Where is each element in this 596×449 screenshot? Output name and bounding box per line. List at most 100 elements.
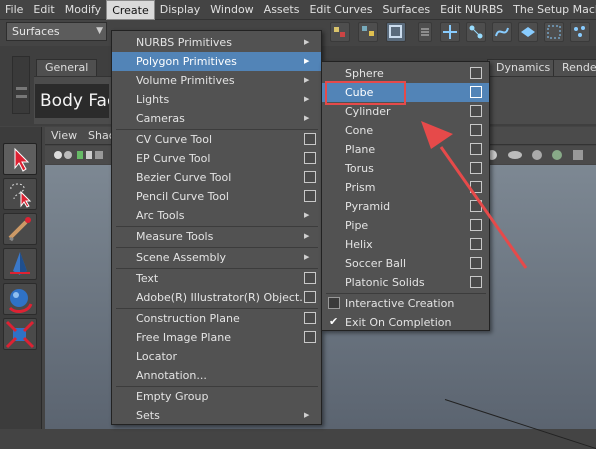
menu-item-text[interactable]: Text xyxy=(112,269,321,288)
option-box-icon[interactable] xyxy=(470,86,482,98)
menu-file[interactable]: File xyxy=(0,0,28,20)
menu-item-annotation[interactable]: Annotation... xyxy=(112,366,321,385)
submenu-arrow-icon: ▶ xyxy=(304,114,310,122)
select-by-hierarchy-icon[interactable] xyxy=(330,22,350,42)
option-box-icon[interactable] xyxy=(304,331,316,343)
menu-item-free-image-plane[interactable]: Free Image Plane xyxy=(112,328,321,347)
option-box-icon[interactable] xyxy=(304,312,316,324)
option-box-icon[interactable] xyxy=(470,219,482,231)
select-joints-icon[interactable] xyxy=(466,22,486,42)
menu-item-cameras[interactable]: Cameras xyxy=(112,109,321,128)
panel-menu-view[interactable]: View xyxy=(51,129,77,142)
option-box-icon[interactable] xyxy=(470,105,482,117)
menu-item-empty-group[interactable]: Empty Group xyxy=(112,387,321,406)
select-curves-icon[interactable] xyxy=(492,22,512,42)
option-box-icon[interactable] xyxy=(304,291,316,303)
menu-item-bezier-curve-tool[interactable]: Bezier Curve Tool xyxy=(112,168,321,187)
option-box-icon[interactable] xyxy=(470,276,482,288)
option-box-icon[interactable] xyxy=(304,152,316,164)
option-box-icon[interactable] xyxy=(470,162,482,174)
submenu-arrow-icon: ▶ xyxy=(304,95,310,103)
menu-item-prism[interactable]: Prism xyxy=(322,178,489,197)
select-by-component-icon[interactable] xyxy=(386,22,406,42)
menu-modify[interactable]: Modify xyxy=(60,0,106,20)
chevron-down-icon: ▼ xyxy=(96,26,103,36)
tab-rendering[interactable]: Rende xyxy=(553,59,596,76)
menu-assets[interactable]: Assets xyxy=(259,0,305,20)
select-tool-icon[interactable] xyxy=(3,143,37,175)
menu-setup-machine[interactable]: The Setup Machine xyxy=(508,0,596,20)
scale-tool-icon[interactable] xyxy=(3,318,37,350)
submenu-arrow-icon: ▶ xyxy=(304,253,310,261)
menu-window[interactable]: Window xyxy=(205,0,258,20)
menu-item-illustrator-object[interactable]: Adobe(R) Illustrator(R) Object... xyxy=(112,288,302,307)
menu-edit-curves[interactable]: Edit Curves xyxy=(304,0,377,20)
option-box-icon[interactable] xyxy=(304,171,316,183)
select-deformations-icon[interactable] xyxy=(544,22,564,42)
menu-display[interactable]: Display xyxy=(155,0,206,20)
menu-set-dropdown[interactable]: Surfaces ▼ xyxy=(6,22,107,41)
menu-item-ep-curve-tool[interactable]: EP Curve Tool xyxy=(112,149,321,168)
submenu-arrow-icon: ▶ xyxy=(304,57,310,65)
menu-item-pipe[interactable]: Pipe xyxy=(322,216,489,235)
menu-create[interactable]: Create xyxy=(106,0,155,20)
menu-item-scene-assembly[interactable]: Scene Assembly xyxy=(112,248,321,267)
rotate-tool-icon[interactable] xyxy=(3,283,37,315)
menu-item-cone[interactable]: Cone xyxy=(322,121,489,140)
option-box-icon[interactable] xyxy=(470,143,482,155)
menu-item-interactive-creation[interactable]: Interactive Creation xyxy=(322,294,489,313)
submenu-arrow-icon: ▶ xyxy=(304,76,310,84)
menu-item-polygon-primitives[interactable]: Polygon Primitives xyxy=(112,52,321,71)
menu-item-lights[interactable]: Lights xyxy=(112,90,321,109)
select-handles-icon[interactable] xyxy=(440,22,460,42)
menu-item-construction-plane[interactable]: Construction Plane xyxy=(112,309,321,328)
menu-item-sets[interactable]: Sets xyxy=(112,406,321,425)
submenu-arrow-icon: ▶ xyxy=(304,411,310,419)
body-face-shelf-button[interactable]: Body Face xyxy=(35,84,109,118)
toolbox xyxy=(0,127,42,429)
menu-item-cv-curve-tool[interactable]: CV Curve Tool xyxy=(112,130,321,149)
shelf-menu-handle[interactable] xyxy=(12,56,30,114)
menu-item-nurbs-primitives[interactable]: NURBS Primitives xyxy=(112,33,321,52)
lasso-tool-icon[interactable] xyxy=(3,178,37,210)
option-box-icon[interactable] xyxy=(304,272,316,284)
select-by-object-type-icon[interactable] xyxy=(358,22,378,42)
option-box-icon[interactable] xyxy=(470,67,482,79)
main-menubar: File Edit Modify Create Display Window A… xyxy=(0,0,596,20)
shading-modes-icon[interactable] xyxy=(485,148,595,162)
menu-item-soccer-ball[interactable]: Soccer Ball xyxy=(322,254,489,273)
menu-edit-nurbs[interactable]: Edit NURBS xyxy=(435,0,508,20)
option-box-icon[interactable] xyxy=(470,124,482,136)
option-box-icon[interactable] xyxy=(304,190,316,202)
menu-item-exit-on-completion[interactable]: Exit On Completion xyxy=(322,313,489,332)
move-tool-icon[interactable] xyxy=(3,248,37,280)
menu-surfaces[interactable]: Surfaces xyxy=(377,0,435,20)
menu-item-arc-tools[interactable]: Arc Tools xyxy=(112,206,321,225)
camera-tools-icon[interactable] xyxy=(53,148,113,162)
option-box-icon[interactable] xyxy=(470,257,482,269)
option-box-icon[interactable] xyxy=(470,200,482,212)
menu-set-value: Surfaces xyxy=(12,25,60,38)
menu-edit[interactable]: Edit xyxy=(28,0,59,20)
option-box-icon[interactable] xyxy=(470,181,482,193)
mask-toggle-icon[interactable] xyxy=(418,22,432,42)
menu-item-torus[interactable]: Torus xyxy=(322,159,489,178)
submenu-arrow-icon: ▶ xyxy=(304,211,310,219)
tab-general[interactable]: General xyxy=(36,59,98,76)
select-dynamics-icon[interactable] xyxy=(570,22,590,42)
option-box-icon[interactable] xyxy=(304,133,316,145)
paint-select-tool-icon[interactable] xyxy=(3,213,37,245)
highlight-box-annotation xyxy=(325,81,406,105)
select-surfaces-icon[interactable] xyxy=(518,22,538,42)
tab-dynamics[interactable]: Dynamics xyxy=(487,59,560,76)
option-box-icon[interactable] xyxy=(470,238,482,250)
menu-item-volume-primitives[interactable]: Volume Primitives xyxy=(112,71,321,90)
menu-item-locator[interactable]: Locator xyxy=(112,347,321,366)
menu-item-plane[interactable]: Plane xyxy=(322,140,489,159)
menu-item-pyramid[interactable]: Pyramid xyxy=(322,197,489,216)
menu-item-helix[interactable]: Helix xyxy=(322,235,489,254)
menu-item-platonic-solids[interactable]: Platonic Solids xyxy=(322,273,489,292)
grid-line xyxy=(444,399,596,449)
menu-item-measure-tools[interactable]: Measure Tools xyxy=(112,227,321,246)
menu-item-pencil-curve-tool[interactable]: Pencil Curve Tool xyxy=(112,187,321,206)
